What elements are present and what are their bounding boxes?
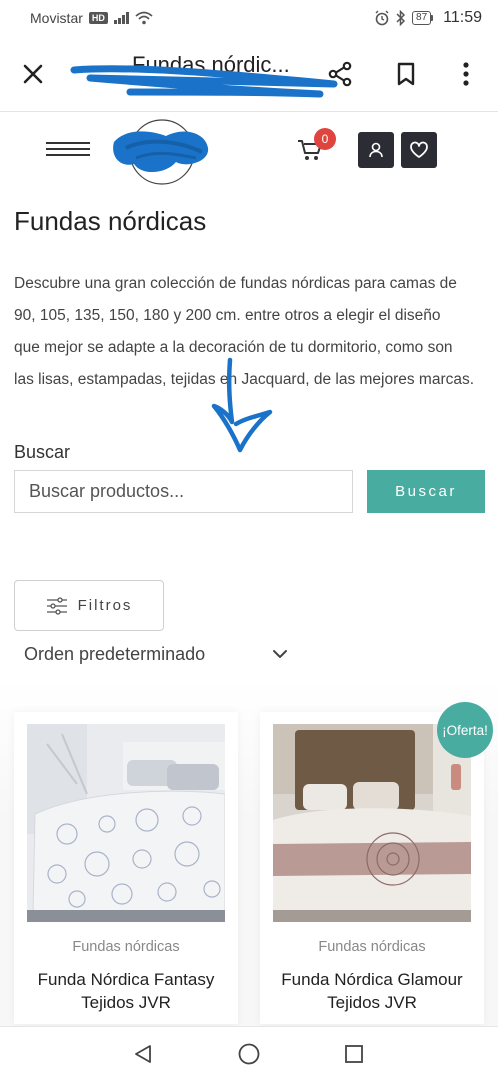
site-header (0, 112, 498, 192)
recents-square-icon (345, 1045, 363, 1063)
bookmark-button[interactable] (388, 56, 424, 92)
product-name[interactable]: Funda Nórdica Fantasy Tejidos JVR (14, 968, 238, 1014)
recents-button[interactable] (340, 1041, 368, 1067)
battery-level: 87 (412, 11, 432, 25)
sliders-icon (46, 596, 67, 615)
sort-selected-value: Orden predeterminado (24, 643, 206, 664)
page-title: Fundas nórdicas (14, 206, 207, 236)
product-image[interactable] (273, 724, 471, 922)
share-icon (328, 61, 352, 87)
clock: 11:59 (443, 9, 482, 26)
account-button[interactable] (358, 132, 394, 168)
wishlist-button[interactable] (401, 132, 437, 168)
product-name-line: Funda Nórdica Fantasy (37, 970, 215, 989)
more-vertical-icon (463, 62, 469, 86)
product-card[interactable]: Fundas nórdicas Funda Nórdica Glamour Te… (260, 712, 484, 1024)
search-button[interactable]: Buscar (367, 470, 485, 513)
product-name-line: Tejidos JVR (327, 993, 417, 1012)
status-left: Movistar HD (30, 10, 153, 26)
bookmark-icon (397, 62, 415, 86)
product-image[interactable] (27, 724, 225, 922)
site-logo[interactable] (106, 118, 216, 186)
arrow-annotation (211, 357, 273, 453)
redaction-scribble (70, 65, 338, 98)
carrier-name: Movistar (30, 10, 83, 26)
product-card[interactable]: Fundas nórdicas Funda Nórdica Fantasy Te… (14, 712, 238, 1024)
alarm-icon (375, 10, 389, 26)
home-button[interactable] (235, 1041, 263, 1067)
close-button[interactable] (15, 56, 51, 92)
battery-icon: 87 (412, 11, 434, 25)
bluetooth-icon (396, 10, 406, 26)
status-bar: Movistar HD 87 11:59 (0, 0, 498, 36)
heart-icon (410, 141, 428, 158)
description-line: Descubre una gran colección de fundas nó… (14, 275, 457, 292)
chevron-down-icon (273, 650, 287, 658)
filters-label: Filtros (77, 597, 133, 614)
product-category: Fundas nórdicas (318, 939, 426, 955)
system-navigation-bar (0, 1026, 498, 1080)
status-right: 87 11:59 (374, 9, 482, 27)
user-icon (369, 142, 383, 158)
product-category: Fundas nórdicas (72, 939, 180, 955)
product-name[interactable]: Funda Nórdica Glamour Tejidos JVR (260, 968, 484, 1014)
browser-toolbar: Fundas nórdic... (0, 36, 498, 112)
home-circle-icon (238, 1043, 260, 1065)
search-label: Buscar (14, 442, 71, 462)
back-button[interactable] (129, 1041, 157, 1067)
wifi-icon (135, 11, 153, 25)
cart-count-badge: 0 (314, 128, 336, 150)
more-options-button[interactable] (448, 56, 484, 92)
back-triangle-icon (135, 1045, 151, 1063)
search-input[interactable] (14, 470, 353, 513)
share-button[interactable] (322, 56, 358, 92)
filters-button[interactable]: Filtros (14, 580, 164, 631)
description-line: 90, 105, 135, 150, 180 y 200 cm. entre o… (14, 307, 441, 324)
product-name-line: Funda Nórdica Glamour (281, 970, 463, 989)
sort-select[interactable]: Orden predeterminado (24, 640, 288, 668)
signal-icon (113, 12, 129, 24)
close-icon (23, 64, 43, 84)
hd-badge: HD (88, 12, 108, 24)
hamburger-menu-icon[interactable] (46, 142, 90, 162)
sale-badge: ¡Oferta! (437, 702, 493, 758)
product-name-line: Tejidos JVR (81, 993, 171, 1012)
